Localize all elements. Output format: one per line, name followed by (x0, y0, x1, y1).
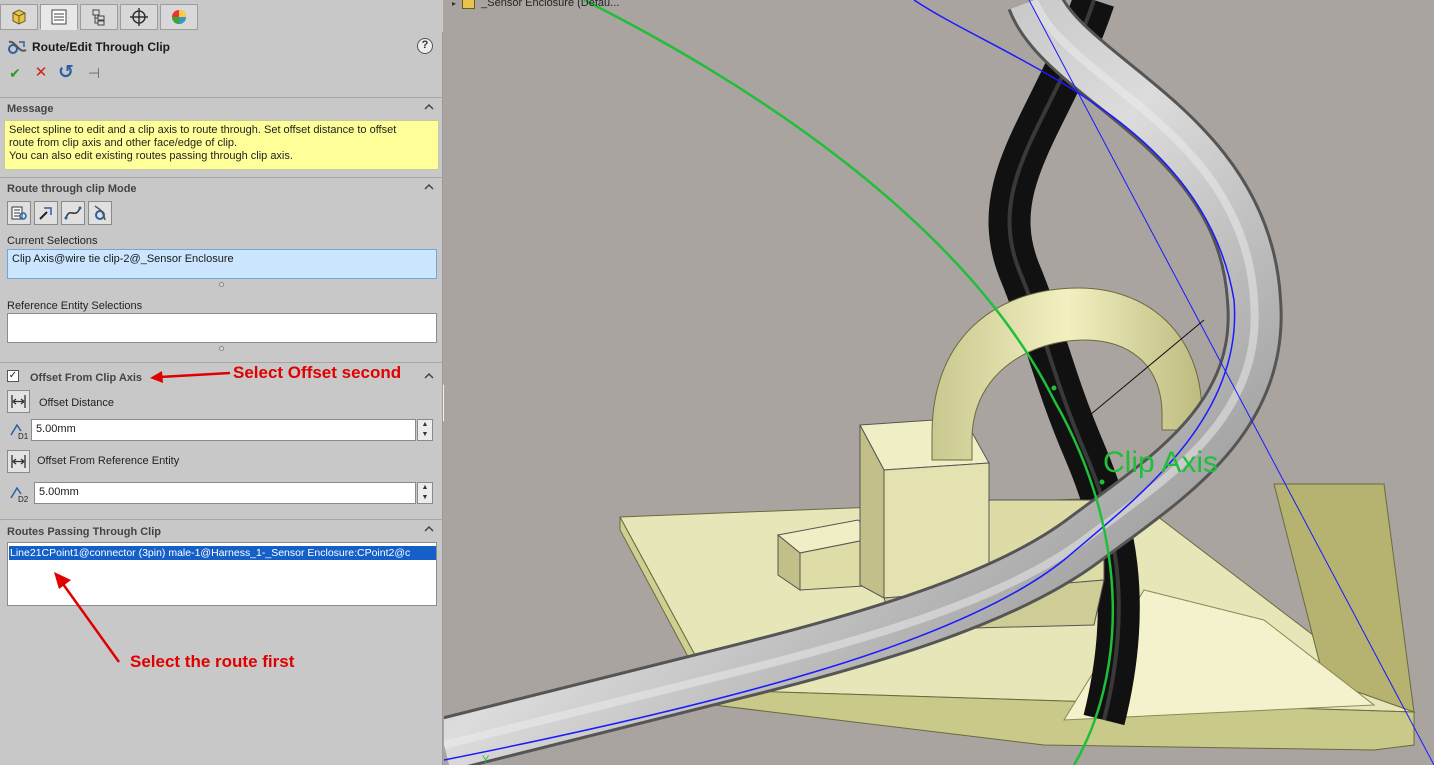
reference-entity-list[interactable] (7, 313, 437, 343)
current-selections-list[interactable]: Clip Axis@wire tie clip-2@_Sensor Enclos… (7, 249, 437, 279)
annotation-route-note: Select the route first (130, 652, 295, 671)
message-group-title: Message (7, 103, 54, 115)
clip-axis-label: Clip Axis (1103, 446, 1219, 479)
ok-button[interactable]: ✔ (5, 63, 25, 83)
message-group-header[interactable]: Message (0, 97, 443, 119)
graphics-viewport[interactable]: Y ▸ _Sensor Enclosure (Defau... Clip Axi… (444, 0, 1434, 765)
clip-axis-icon (94, 205, 106, 221)
message-line: You can also edit existing routes passin… (9, 150, 293, 162)
current-selections-label: Current Selections (7, 235, 98, 247)
route-through-clip-icon (11, 206, 27, 220)
offset-distance-label: Offset Distance (39, 397, 114, 409)
model-scene: Y (444, 0, 1434, 765)
chevron-up-icon[interactable] (423, 370, 435, 382)
property-manager-icon (51, 9, 67, 25)
distance-icon (11, 455, 26, 468)
edit-spline-button[interactable] (61, 201, 85, 225)
message-line: Select spline to edit and a clip axis to… (9, 124, 397, 136)
tab-configuration-manager[interactable] (80, 4, 118, 30)
offset-distance-input[interactable]: 5.00mm (31, 419, 416, 441)
property-manager-panel: Route/Edit Through Clip ? ✔ ✕ ↺ ⊣ Messag… (0, 0, 443, 765)
offset-reference-spinner[interactable]: ▲ ▼ (417, 482, 433, 504)
help-icon[interactable]: ? (417, 38, 433, 54)
resize-grip[interactable] (219, 346, 224, 351)
tab-property-manager[interactable] (40, 4, 78, 30)
reference-entity-label: Reference Entity Selections (7, 300, 143, 312)
mode-group-title: Route through clip Mode (7, 183, 137, 195)
tree-root-item[interactable]: ▸ _Sensor Enclosure (Defau... (452, 0, 620, 10)
d2-icon-text: D2 (18, 495, 29, 504)
d1-icon-text: D1 (18, 432, 29, 441)
message-line: route from clip axis and other face/edge… (9, 137, 238, 149)
chevron-up-icon[interactable] (423, 101, 435, 113)
undo-button[interactable]: ↺ (56, 63, 76, 83)
triad-y-label: Y (482, 754, 490, 765)
offset-distance-spinner[interactable]: ▲ ▼ (417, 419, 433, 441)
offset-checkbox[interactable]: ✓ (7, 370, 19, 382)
tab-feature-manager[interactable] (0, 4, 38, 30)
annotation-arrow-left (150, 371, 231, 383)
route-clip-icon (8, 40, 27, 54)
chevron-up-icon[interactable] (423, 181, 435, 193)
annotation-offset-note: Select Offset second (233, 363, 402, 382)
current-selection-item[interactable]: Clip Axis@wire tie clip-2@_Sensor Enclos… (12, 253, 234, 265)
distance-icon (11, 395, 26, 408)
appearance-icon (172, 10, 186, 24)
configuration-icon (92, 9, 105, 26)
routes-group-header[interactable]: Routes Passing Through Clip (0, 519, 443, 541)
d1-icon: D1 (9, 421, 31, 441)
chevron-up-icon[interactable] (423, 523, 435, 535)
routes-group-title: Routes Passing Through Clip (7, 526, 162, 538)
mode-group-header[interactable]: Route through clip Mode (0, 177, 443, 199)
route-through-clip-button[interactable] (7, 201, 31, 225)
annotation-arrow-up (54, 572, 121, 663)
expand-arrow-icon[interactable]: ▸ (452, 0, 456, 8)
offset-reference-input[interactable]: 5.00mm (34, 482, 416, 504)
tab-display-manager[interactable] (160, 4, 198, 30)
select-spline-icon (39, 207, 52, 220)
assembly-icon (462, 0, 476, 10)
offset-group-title: Offset From Clip Axis (30, 372, 143, 384)
tab-dimxpert-manager[interactable] (120, 4, 158, 30)
cancel-button[interactable]: ✕ (31, 63, 51, 83)
d2-icon: D2 (9, 484, 31, 504)
pm-header: Route/Edit Through Clip ? ✔ ✕ ↺ ⊣ (0, 33, 443, 89)
pin-button[interactable]: ⊣ (84, 63, 104, 83)
resize-grip[interactable] (219, 282, 224, 287)
edit-spline-icon (64, 206, 82, 220)
offset-distance-button[interactable] (7, 390, 30, 413)
message-box: Select spline to edit and a clip axis to… (4, 120, 439, 170)
crosshair-icon (130, 8, 148, 26)
clip-axis-button[interactable] (88, 201, 112, 225)
page-title: Route/Edit Through Clip (32, 40, 170, 54)
route-list-item[interactable]: Line21CPoint1@connector (3pin) male-1@Ha… (9, 546, 436, 560)
feature-tree-icon (12, 9, 26, 25)
tree-root-label: _Sensor Enclosure (Defau... (481, 0, 620, 9)
offset-reference-button[interactable] (7, 450, 30, 473)
offset-reference-label: Offset From Reference Entity (37, 455, 180, 467)
manager-tabbar (0, 0, 443, 32)
select-spline-button[interactable] (34, 201, 58, 225)
